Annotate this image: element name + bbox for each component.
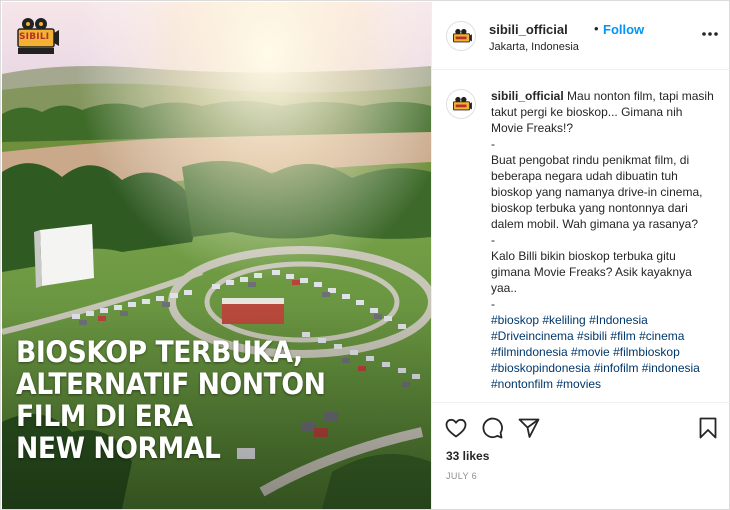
bookmark-icon[interactable] — [696, 416, 720, 440]
caption-text: - — [491, 297, 495, 311]
hashtag-list: #bioskop #keliling #Indonesia #Driveinci… — [491, 312, 716, 392]
post-date[interactable]: JULY 6 — [446, 471, 477, 481]
heart-icon[interactable] — [444, 416, 468, 440]
hashtag-link[interactable]: #keliling — [542, 313, 589, 327]
hashtag-link[interactable]: #infofilm — [594, 361, 642, 375]
caption-text: - — [491, 233, 495, 247]
likes-count[interactable]: 33 likes — [446, 449, 489, 463]
follow-button[interactable]: Follow — [603, 22, 644, 37]
username-link[interactable]: sibili_official — [489, 22, 568, 37]
share-icon[interactable] — [517, 416, 541, 440]
caption-username[interactable]: sibili_official — [491, 89, 564, 103]
hashtag-link[interactable]: #bioskopindonesia — [491, 361, 594, 375]
hashtag-link[interactable]: #film — [610, 329, 639, 343]
caption-text: Buat pengobat rindu penikmat film, di be… — [491, 153, 703, 231]
avatar[interactable] — [446, 21, 476, 51]
hashtag-link[interactable]: #nontonfilm — [491, 377, 556, 391]
separator-dot: • — [594, 21, 599, 36]
comment-icon[interactable] — [480, 416, 504, 440]
sibili-logo: SIBILI — [14, 16, 60, 56]
more-horizontal-icon[interactable] — [700, 24, 720, 44]
headline-line: ALTERNATIF NONTON — [16, 367, 326, 401]
post-sidebar: sibili_official • Follow Jakarta, Indone… — [431, 2, 730, 509]
hashtag-link[interactable]: #movie — [571, 345, 613, 359]
brand-logo-text: SIBILI — [19, 32, 50, 42]
hashtag-link[interactable]: #Driveincinema — [491, 329, 577, 343]
caption-area[interactable]: sibili_official Mau nonton film, tapi ma… — [432, 70, 730, 402]
hashtag-link[interactable]: #movies — [556, 377, 601, 391]
hashtag-link[interactable]: #filmbioskop — [613, 345, 680, 359]
hashtag-link[interactable]: #filmindonesia — [491, 345, 571, 359]
post-image[interactable]: SIBILI BIOSKOP TERBUKA, ALTERNATIF NONTO… — [2, 2, 431, 509]
headline-line: BIOSKOP TERBUKA, — [16, 335, 303, 369]
location-link[interactable]: Jakarta, Indonesia — [489, 41, 579, 53]
hashtag-link[interactable]: #cinema — [639, 329, 684, 343]
avatar[interactable] — [446, 89, 476, 119]
headline-line: FILM DI ERA — [16, 399, 193, 433]
caption-text: Kalo Billi bikin bioskop terbuka gitu gi… — [491, 249, 692, 295]
caption-text: - — [491, 137, 495, 151]
hashtag-link[interactable]: #bioskop — [491, 313, 542, 327]
hashtag-link[interactable]: #indonesia — [642, 361, 700, 375]
headline-line: NEW NORMAL — [16, 431, 221, 465]
hashtag-link[interactable]: #Indonesia — [589, 313, 648, 327]
post-caption: sibili_official Mau nonton film, tapi ma… — [491, 88, 716, 392]
hashtag-link[interactable]: #sibili — [577, 329, 610, 343]
post-actions: 33 likes JULY 6 — [432, 402, 730, 509]
post-header: sibili_official • Follow Jakarta, Indone… — [432, 2, 730, 70]
post-headline: BIOSKOP TERBUKA, ALTERNATIF NONTON FILM … — [16, 336, 347, 464]
instagram-post: SIBILI BIOSKOP TERBUKA, ALTERNATIF NONTO… — [0, 0, 730, 510]
